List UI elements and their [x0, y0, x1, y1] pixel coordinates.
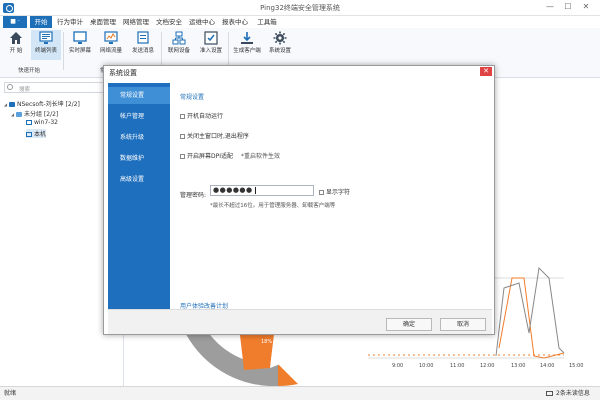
tab-network-management[interactable]: 网络管理: [122, 16, 150, 28]
expand-toggle-icon[interactable]: ◢: [11, 112, 14, 117]
monitor-icon: [73, 31, 87, 44]
time-tick-label: 9:00: [392, 363, 403, 369]
ribbon-group-label: 快速开始: [18, 68, 41, 74]
password-label: 管理密码:: [180, 192, 207, 199]
nav-data-maintenance[interactable]: 数据维护: [108, 150, 170, 167]
password-field[interactable]: ●●●●●●: [210, 185, 314, 196]
tab-toolbox[interactable]: 工具箱: [256, 16, 278, 28]
app-menu-button[interactable]: ■ ·: [3, 16, 27, 28]
time-tick-label: 11:00: [450, 363, 464, 369]
cancel-button[interactable]: 取消: [440, 318, 486, 331]
computer-icon: [26, 132, 32, 137]
tree-node-computer[interactable]: win7-32: [26, 119, 58, 126]
network-device-button[interactable]: 联网设备: [164, 30, 194, 60]
time-tick-label: 12:00: [480, 363, 494, 369]
minimize-button[interactable]: —: [544, 2, 556, 11]
computer-icon: [26, 120, 32, 125]
time-tick-label: 10:00: [419, 363, 433, 369]
tree-node-ungrouped[interactable]: ◢ 未分组 [2/2]: [11, 109, 58, 118]
pie-slice: [278, 364, 298, 387]
menu-bar: ■ · 开始 行为审计 桌面管理 网络管理 文档安全 运维中心 报表中心 工具箱: [0, 16, 600, 28]
pie-slice: [270, 335, 298, 368]
network-traffic-button[interactable]: 网络流量: [96, 30, 126, 60]
tab-ops-center[interactable]: 运维中心: [188, 16, 216, 28]
access-settings-button[interactable]: 准入设置: [196, 30, 226, 60]
settings-nav: 常规设置 帐户管理 系统升级 数据维护 高级设置: [108, 83, 170, 309]
search-icon: [7, 84, 13, 90]
time-tick-label: 15:00: [569, 363, 583, 369]
unread-messages-link[interactable]: 2条未读信息: [556, 387, 590, 400]
tab-document-security[interactable]: 文档安全: [155, 16, 183, 28]
show-characters-checkbox[interactable]: 显示字符: [319, 187, 350, 196]
nav-advanced-settings[interactable]: 高级设置: [108, 171, 170, 188]
tab-start[interactable]: 开始: [30, 16, 52, 28]
time-tick-label: 13:00: [511, 363, 525, 369]
realtime-screen-button[interactable]: 实时屏幕: [65, 30, 95, 60]
maximize-button[interactable]: ☐: [562, 2, 574, 11]
nav-system-upgrade[interactable]: 系统升级: [108, 129, 170, 146]
series-line-gray: [495, 266, 565, 357]
system-settings-button[interactable]: 系统设置: [265, 30, 295, 60]
title-bar: Ping32终端安全管理系统 — ☐ ✕: [0, 0, 600, 16]
group-icon: [16, 112, 22, 117]
send-message-button[interactable]: 发送消息: [128, 30, 158, 60]
network-device-icon: [172, 31, 186, 45]
section-title: 常规设置: [180, 94, 205, 101]
home-button[interactable]: 开 始: [1, 30, 31, 60]
mail-icon[interactable]: [546, 391, 553, 396]
time-tick-label: 14:00: [540, 363, 554, 369]
gear-icon: [273, 31, 287, 45]
dialog-title: 系统设置: [109, 69, 137, 77]
download-client-icon: [241, 32, 253, 44]
nav-account-management[interactable]: 帐户管理: [108, 108, 170, 125]
tree-node-computer[interactable]: 本机: [26, 129, 47, 138]
status-bar: 就绪 2条未读信息: [0, 386, 600, 400]
ok-button[interactable]: 确定: [386, 318, 432, 331]
nav-general-settings[interactable]: 常规设置: [108, 87, 170, 104]
ribbon-separator: [63, 32, 64, 70]
password-note: *最长不超过16位。用于管理服务器、卸载客户端等: [210, 203, 336, 209]
organization-icon: [9, 102, 15, 107]
system-settings-dialog: 系统设置 ✕ 常规设置 帐户管理 系统升级 数据维护 高级设置 常规设置 开机自…: [103, 65, 495, 335]
dialog-footer: 确定 取消: [108, 309, 492, 334]
access-settings-icon: [204, 31, 218, 45]
checkbox-icon[interactable]: [319, 190, 324, 195]
checkbox-icon[interactable]: [180, 154, 185, 159]
network-traffic-icon: [104, 31, 118, 44]
status-text: 就绪: [4, 390, 17, 397]
tab-behavior-audit[interactable]: 行为审计: [56, 16, 84, 28]
settings-content: 常规设置 开机自动运行 关闭主窗口时,退出程序 开启屏幕DPI适配 *重启软件生…: [174, 83, 492, 310]
pie-label: 18%: [261, 339, 272, 345]
app-title: Ping32终端安全管理系统: [260, 4, 340, 12]
tab-desktop-management[interactable]: 桌面管理: [89, 16, 117, 28]
checkbox-icon[interactable]: [180, 114, 185, 119]
home-icon: [10, 32, 22, 44]
terminal-list-button[interactable]: 终端列表: [31, 30, 61, 60]
restart-hint: *重启软件生效: [240, 153, 280, 160]
close-window-button[interactable]: ✕: [580, 2, 592, 11]
tree-node-organization[interactable]: ◢ NSecsoft-刘长坤 [2/2]: [4, 99, 80, 108]
tab-report-center[interactable]: 报表中心: [221, 16, 249, 28]
generate-client-button[interactable]: 生成客户端: [232, 30, 262, 60]
checkbox-icon[interactable]: [180, 134, 185, 139]
exit-on-close-checkbox[interactable]: 关闭主窗口时,退出程序: [180, 131, 249, 140]
dpi-adapt-checkbox[interactable]: 开启屏幕DPI适配 *重启软件生效: [180, 151, 280, 160]
message-icon: [137, 31, 149, 44]
terminal-list-icon: [39, 31, 53, 44]
expand-toggle-icon[interactable]: ◢: [4, 102, 7, 107]
dialog-close-button[interactable]: ✕: [480, 67, 492, 76]
autostart-checkbox[interactable]: 开机自动运行: [180, 111, 223, 120]
